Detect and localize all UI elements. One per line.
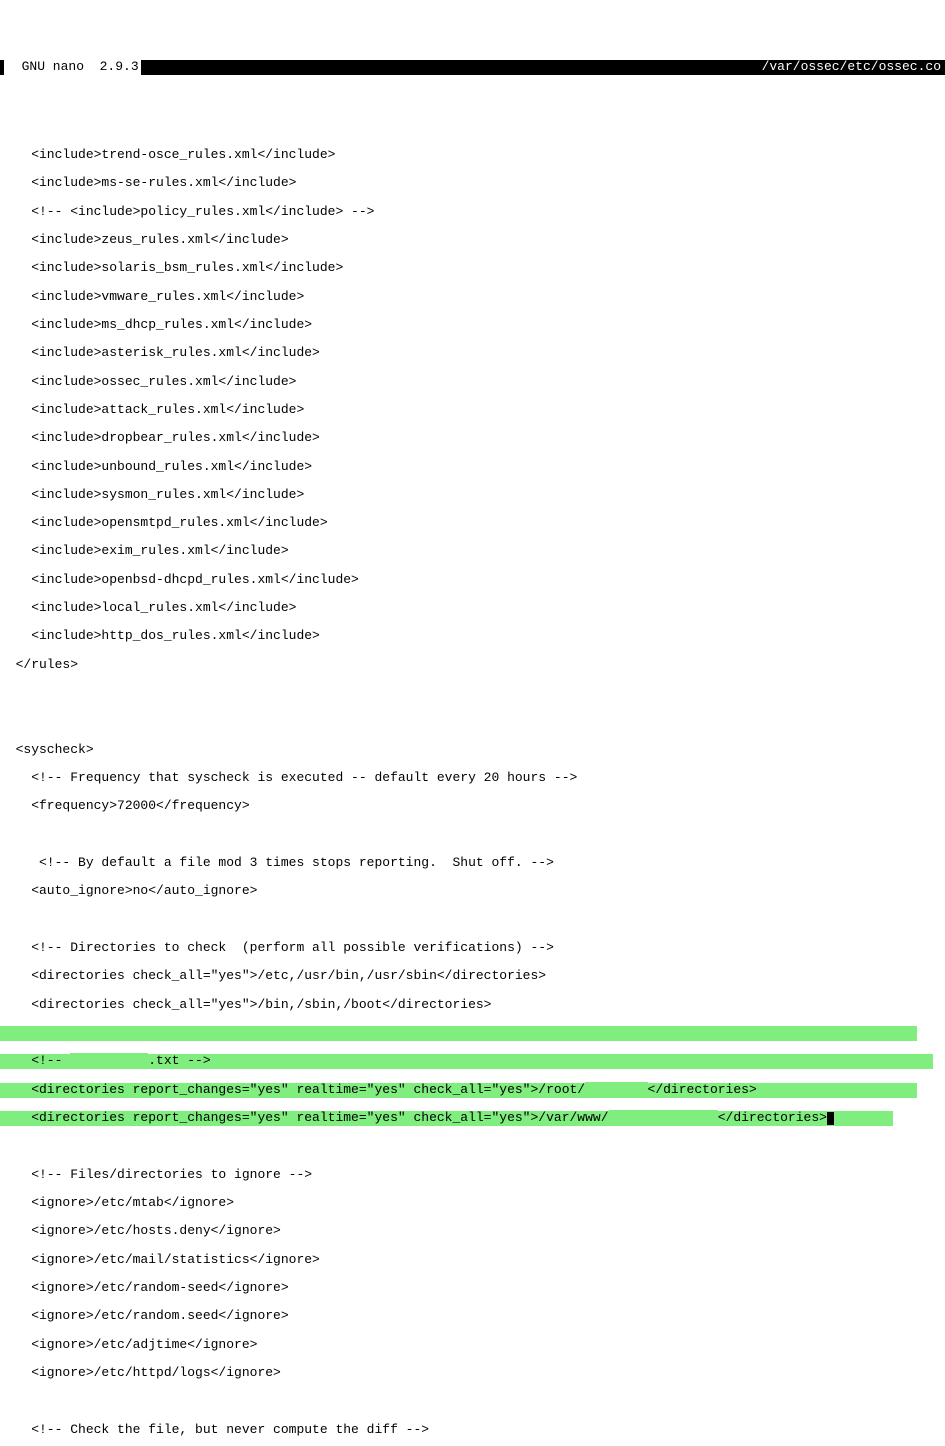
- code-line: <directories check_all="yes">/bin,/sbin,…: [0, 998, 945, 1011]
- code-line: <frequency>72000</frequency>: [0, 799, 945, 812]
- code-part: <directories report_changes="yes" realti…: [0, 1110, 609, 1125]
- blank-line: [0, 714, 945, 727]
- code-part: </directories>: [718, 1110, 827, 1125]
- highlighted-region: <directories report_changes="yes" realti…: [0, 1083, 945, 1096]
- blank-line: [0, 1139, 945, 1152]
- code-line: <include>asterisk_rules.xml</include>: [0, 346, 945, 359]
- code-line: <include>dropbear_rules.xml</include>: [0, 431, 945, 444]
- code-line: <include>local_rules.xml</include>: [0, 601, 945, 614]
- code-line: <include>sysmon_rules.xml</include>: [0, 488, 945, 501]
- redacted-text: ██████████: [70, 1053, 148, 1068]
- blank-line: [0, 686, 945, 699]
- code-line: <include>solaris_bsm_rules.xml</include>: [0, 261, 945, 274]
- code-line: <!-- Directories to check (perform all p…: [0, 941, 945, 954]
- code-line: <include>unbound_rules.xml</include>: [0, 460, 945, 473]
- code-line: <include>vmware_rules.xml</include>: [0, 290, 945, 303]
- highlighted-region: <directories report_changes="yes" realti…: [0, 1111, 945, 1124]
- code-part: .txt -->: [148, 1053, 210, 1068]
- code-line: <include>trend-osce_rules.xml</include>: [0, 148, 945, 161]
- code-line: <include>attack_rules.xml</include>: [0, 403, 945, 416]
- code-line: <include>openbsd-dhcpd_rules.xml</includ…: [0, 573, 945, 586]
- code-line: <directories check_all="yes">/etc,/usr/b…: [0, 969, 945, 982]
- code-line: <ignore>/etc/random-seed</ignore>: [0, 1281, 945, 1294]
- code-line: <ignore>/etc/mtab</ignore>: [0, 1196, 945, 1209]
- nano-header: GNU nano 2.9.3 /var/ossec/etc/ossec.co: [0, 60, 945, 75]
- blank-line: [0, 1394, 945, 1407]
- code-line: <include>ossec_rules.xml</include>: [0, 375, 945, 388]
- code-line: <!-- <include>policy_rules.xml</include>…: [0, 205, 945, 218]
- code-line: <ignore>/etc/mail/statistics</ignore>: [0, 1253, 945, 1266]
- code-part: <!--: [0, 1053, 70, 1068]
- editor-viewport[interactable]: <include>trend-osce_rules.xml</include> …: [0, 105, 945, 1446]
- code-line: <include>exim_rules.xml</include>: [0, 544, 945, 557]
- code-line: <ignore>/etc/random.seed</ignore>: [0, 1309, 945, 1322]
- blank-line: [0, 120, 945, 133]
- code-part: <directories report_changes="yes" realti…: [0, 1082, 585, 1097]
- code-line: </rules>: [0, 658, 945, 671]
- nano-title: GNU nano 2.9.3: [4, 60, 141, 75]
- code-line: <ignore>/etc/hosts.deny</ignore>: [0, 1224, 945, 1237]
- code-line: <auto_ignore>no</auto_ignore>: [0, 884, 945, 897]
- code-line: <!-- Files/directories to ignore -->: [0, 1168, 945, 1181]
- redacted-text: ████████: [585, 1082, 647, 1097]
- code-line: <include>ms-se-rules.xml</include>: [0, 176, 945, 189]
- nano-filepath: /var/ossec/etc/ossec.co: [762, 60, 941, 75]
- highlighted-region: <!-- ██████████.txt -->: [0, 1054, 945, 1067]
- code-line: <syscheck>: [0, 743, 945, 756]
- code-line: <!-- Frequency that syscheck is executed…: [0, 771, 945, 784]
- code-line: <include>zeus_rules.xml</include>: [0, 233, 945, 246]
- blank-line: [0, 913, 945, 926]
- code-line: <include>opensmtpd_rules.xml</include>: [0, 516, 945, 529]
- code-line: <!-- Check the file, but never compute t…: [0, 1423, 945, 1436]
- code-part: </directories>: [648, 1082, 757, 1097]
- code-line: <!-- By default a file mod 3 times stops…: [0, 856, 945, 869]
- blank-line: [0, 828, 945, 841]
- highlighted-region: [0, 1026, 945, 1039]
- code-line: <ignore>/etc/httpd/logs</ignore>: [0, 1366, 945, 1379]
- code-line: <ignore>/etc/adjtime</ignore>: [0, 1338, 945, 1351]
- text-cursor: [827, 1112, 834, 1125]
- code-line: <include>ms_dhcp_rules.xml</include>: [0, 318, 945, 331]
- redacted-text: ██████████████: [609, 1110, 718, 1125]
- code-line: <include>http_dos_rules.xml</include>: [0, 629, 945, 642]
